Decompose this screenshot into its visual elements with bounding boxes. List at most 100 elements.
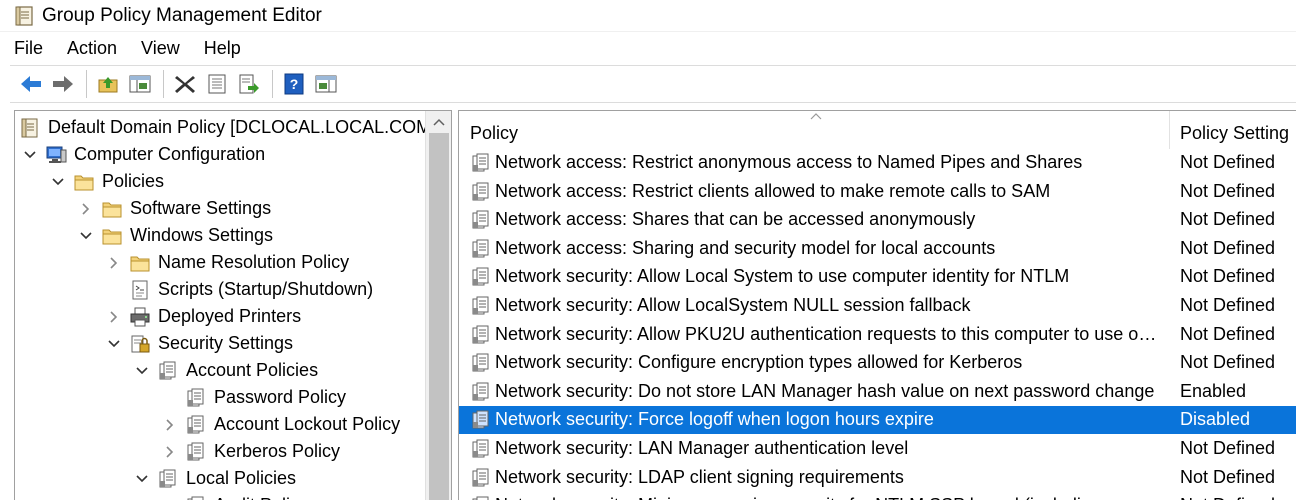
up-folder-icon — [98, 77, 118, 93]
tree-node[interactable]: Deployed Printers — [103, 303, 301, 330]
tree-node[interactable]: Local Policies — [131, 465, 296, 492]
list-row[interactable]: Network access: Sharing and security mod… — [459, 235, 1296, 263]
list-row[interactable]: Network access: Restrict anonymous acces… — [459, 149, 1296, 177]
policy-name: Network security: Minimum session securi… — [495, 495, 1163, 500]
list-row[interactable]: Network security: LDAP client signing re… — [459, 464, 1296, 492]
policy-name: Network security: LAN Manager authentica… — [495, 438, 909, 458]
policy-document-icon — [19, 117, 41, 139]
chevron-right-icon[interactable] — [159, 414, 181, 436]
list-row[interactable]: Network access: Shares that can be acces… — [459, 206, 1296, 234]
tree-node[interactable]: Name Resolution Policy — [103, 249, 349, 276]
list-row[interactable]: Network access: Restrict clients allowed… — [459, 178, 1296, 206]
svg-text:?: ? — [290, 76, 299, 92]
policy-name: Network access: Restrict clients allowed… — [495, 180, 1051, 201]
chevron-down-icon[interactable] — [131, 360, 153, 382]
scroll-up-arrow-icon[interactable] — [433, 117, 445, 127]
help-button[interactable]: ? — [279, 69, 309, 99]
tree-node-label: Local Policies — [186, 468, 297, 488]
delete-button[interactable] — [170, 69, 200, 99]
tree-node[interactable]: Account Policies — [131, 357, 318, 384]
policy-sheet-icon — [157, 468, 179, 490]
menu-help[interactable]: Help — [204, 38, 241, 59]
tree-node[interactable]: Computer Configuration — [19, 141, 265, 168]
back-arrow-icon — [21, 76, 41, 92]
tree-node[interactable]: Scripts (Startup/Shutdown) — [103, 276, 373, 303]
properties-button[interactable] — [202, 69, 232, 99]
export-list-icon — [239, 74, 259, 94]
column-header-policy[interactable]: Policy — [470, 123, 518, 144]
tree-node[interactable]: Software Settings — [75, 195, 271, 222]
tree-vertical-scrollbar[interactable] — [425, 111, 451, 500]
list-row[interactable]: Network security: LAN Manager authentica… — [459, 435, 1296, 463]
chevron-down-icon[interactable] — [75, 225, 97, 247]
chevron-down-icon[interactable] — [19, 144, 41, 166]
policy-item-icon — [472, 267, 489, 286]
policy-list[interactable]: Policy Policy Setting Network access: Re… — [458, 110, 1296, 500]
show-hide-action-pane-icon — [315, 75, 337, 93]
tree-node-label: Name Resolution Policy — [158, 252, 350, 272]
column-divider[interactable] — [1169, 111, 1170, 149]
policy-name: Network security: Allow Local System to … — [495, 266, 1070, 287]
tree-node[interactable]: Audit Policy — [159, 492, 308, 500]
policy-item-icon — [472, 496, 489, 500]
back-button[interactable] — [16, 69, 46, 99]
tree-node[interactable]: Security Settings — [103, 330, 293, 357]
tree-node[interactable]: Policies — [47, 168, 164, 195]
list-row[interactable]: Network security: Allow Local System to … — [459, 263, 1296, 291]
list-row[interactable]: Network security: Do not store LAN Manag… — [459, 378, 1296, 406]
policy-setting-value: Not Defined — [1180, 323, 1276, 344]
expander-placeholder — [159, 387, 181, 409]
menu-action[interactable]: Action — [67, 38, 117, 59]
policy-setting-value: Not Defined — [1180, 466, 1276, 487]
list-row-selected[interactable]: Network security: Force logoff when logo… — [459, 406, 1296, 435]
list-row[interactable]: Network security: Allow LocalSystem NULL… — [459, 292, 1296, 320]
policy-setting-value: Not Defined — [1180, 295, 1276, 315]
show-hide-action-pane-button[interactable] — [311, 69, 341, 99]
menu-view[interactable]: View — [141, 38, 180, 59]
policy-name: Network security: Configure encryption t… — [495, 352, 1023, 373]
chevron-right-icon[interactable] — [103, 252, 125, 274]
list-row[interactable]: Network security: Minimum session securi… — [459, 492, 1296, 500]
scrollbar-thumb[interactable] — [429, 133, 449, 500]
list-row[interactable]: Network security: Allow PKU2U authentica… — [459, 321, 1296, 349]
policy-document-icon — [15, 5, 33, 26]
tree-node[interactable]: Default Domain Policy [DCLOCAL.LOCAL.COM… — [19, 114, 452, 141]
window-title: Group Policy Management Editor — [42, 4, 322, 26]
menu-file[interactable]: File — [14, 38, 43, 59]
console-tree[interactable]: Default Domain Policy [DCLOCAL.LOCAL.COM… — [14, 110, 452, 500]
chevron-right-icon[interactable] — [159, 495, 181, 500]
chevron-right-icon[interactable] — [75, 198, 97, 220]
show-hide-tree-button[interactable] — [125, 69, 155, 99]
tree-node[interactable]: Account Lockout Policy — [159, 411, 400, 438]
policy-setting-value: Not Defined — [1180, 495, 1275, 500]
chevron-right-icon[interactable] — [103, 306, 125, 328]
tree-node-label: Default Domain Policy [DCLOCAL.LOCAL.COM… — [48, 117, 452, 137]
tree-node[interactable]: Kerberos Policy — [159, 438, 340, 465]
chevron-down-icon[interactable] — [47, 171, 69, 193]
policy-item-icon — [472, 296, 489, 315]
tree-node-label: Software Settings — [130, 198, 272, 218]
policy-setting-value: Not Defined — [1180, 209, 1276, 230]
chevron-down-icon[interactable] — [103, 333, 125, 355]
folder-icon — [73, 171, 95, 193]
tree-node-label: Account Lockout Policy — [214, 414, 401, 434]
up-one-level-button[interactable] — [93, 69, 123, 99]
forward-button[interactable] — [48, 69, 78, 99]
toolbar-separator — [163, 70, 164, 98]
chevron-down-icon[interactable] — [131, 468, 153, 490]
policy-setting-value: Not Defined — [1180, 438, 1276, 458]
policy-item-icon — [472, 439, 489, 458]
column-header-policy-setting[interactable]: Policy Setting — [1180, 123, 1289, 144]
tree-node-label: Kerberos Policy — [214, 441, 341, 461]
list-row[interactable]: Network security: Configure encryption t… — [459, 349, 1296, 377]
toolbar-separator — [86, 70, 87, 98]
sort-ascending-icon — [810, 113, 822, 120]
policy-sheet-icon — [185, 387, 207, 409]
tree-node-label: Policies — [102, 171, 165, 191]
tree-node[interactable]: Password Policy — [159, 384, 346, 411]
policy-setting-value: Not Defined — [1180, 152, 1276, 172]
chevron-right-icon[interactable] — [159, 441, 181, 463]
export-list-button[interactable] — [234, 69, 264, 99]
menu-bar: File Action View Help — [0, 33, 1296, 64]
tree-node[interactable]: Windows Settings — [75, 222, 273, 249]
